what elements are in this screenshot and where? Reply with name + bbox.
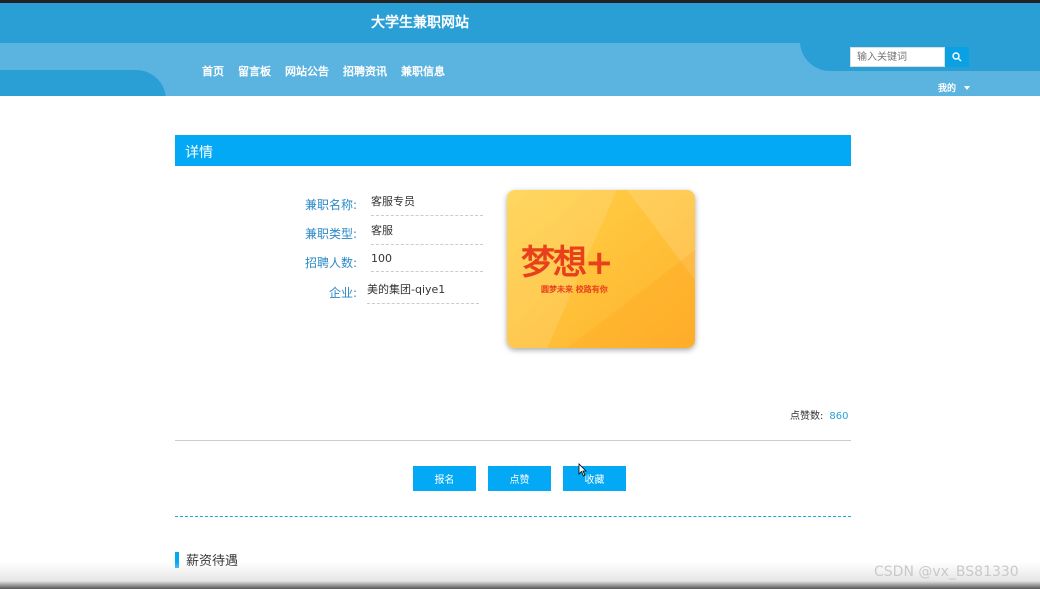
poster-main-text: 梦想+ bbox=[521, 243, 612, 283]
field-label: 企业: bbox=[328, 286, 357, 300]
search-button[interactable] bbox=[945, 47, 969, 67]
field-value: 客服专员 bbox=[371, 193, 483, 216]
field-value: 美的集团-qiye1 bbox=[367, 281, 479, 304]
poster-sub-text: 圆梦未来 校路有你 bbox=[541, 284, 608, 294]
nav-item-message-board[interactable]: 留言板 bbox=[238, 63, 271, 79]
header-left-tab bbox=[0, 70, 166, 96]
field-job-type: 兼职类型: 客服 bbox=[287, 222, 483, 245]
likes-value: 860 bbox=[829, 411, 849, 422]
field-value: 100 bbox=[371, 252, 483, 272]
nav-item-recruit-news[interactable]: 招聘资讯 bbox=[343, 63, 387, 79]
nav-item-jobs[interactable]: 兼职信息 bbox=[401, 63, 445, 79]
field-company: 企业: 美的集团-qiye1 bbox=[287, 281, 479, 304]
field-value: 客服 bbox=[371, 222, 483, 245]
search-icon bbox=[952, 52, 962, 62]
job-poster-image: 梦想+ 圆梦未来 校路有你 bbox=[507, 190, 695, 348]
likes-label: 点赞数: bbox=[790, 411, 824, 422]
search-bar bbox=[850, 47, 969, 67]
nav-item-announcements[interactable]: 网站公告 bbox=[285, 63, 329, 79]
field-label: 招聘人数: bbox=[304, 255, 357, 270]
site-header: 大学生兼职网站 首页 留言板 网站公告 招聘资讯 兼职信息 我的 bbox=[0, 3, 1040, 96]
like-button[interactable]: 点赞 bbox=[488, 466, 551, 491]
likes-count: 点赞数: 860 bbox=[790, 407, 848, 422]
field-job-name: 兼职名称: 客服专员 bbox=[287, 193, 483, 216]
user-menu[interactable]: 我的 bbox=[938, 81, 971, 94]
site-title: 大学生兼职网站 bbox=[371, 15, 469, 31]
nav-item-home[interactable]: 首页 bbox=[202, 63, 224, 79]
action-buttons: 报名 点赞 收藏 bbox=[413, 466, 626, 491]
field-label: 兼职名称: bbox=[304, 198, 357, 212]
section-dashed-divider bbox=[175, 516, 851, 517]
field-label: 兼职类型: bbox=[304, 227, 357, 241]
caret-down-icon bbox=[964, 85, 971, 90]
field-headcount: 招聘人数: 100 bbox=[287, 252, 483, 272]
watermark-text: CSDN @vx_BS81330 bbox=[874, 564, 1019, 580]
content-divider bbox=[175, 440, 851, 441]
favorite-button[interactable]: 收藏 bbox=[563, 466, 626, 491]
detail-heading: 详情 bbox=[175, 135, 851, 166]
user-menu-label: 我的 bbox=[938, 84, 957, 94]
search-input[interactable] bbox=[850, 47, 945, 67]
mouse-cursor-icon bbox=[578, 463, 587, 477]
main-nav: 首页 留言板 网站公告 招聘资讯 兼职信息 bbox=[202, 63, 445, 79]
apply-button[interactable]: 报名 bbox=[413, 466, 476, 491]
poster-graphic: 梦想+ 圆梦未来 校路有你 bbox=[507, 190, 695, 348]
